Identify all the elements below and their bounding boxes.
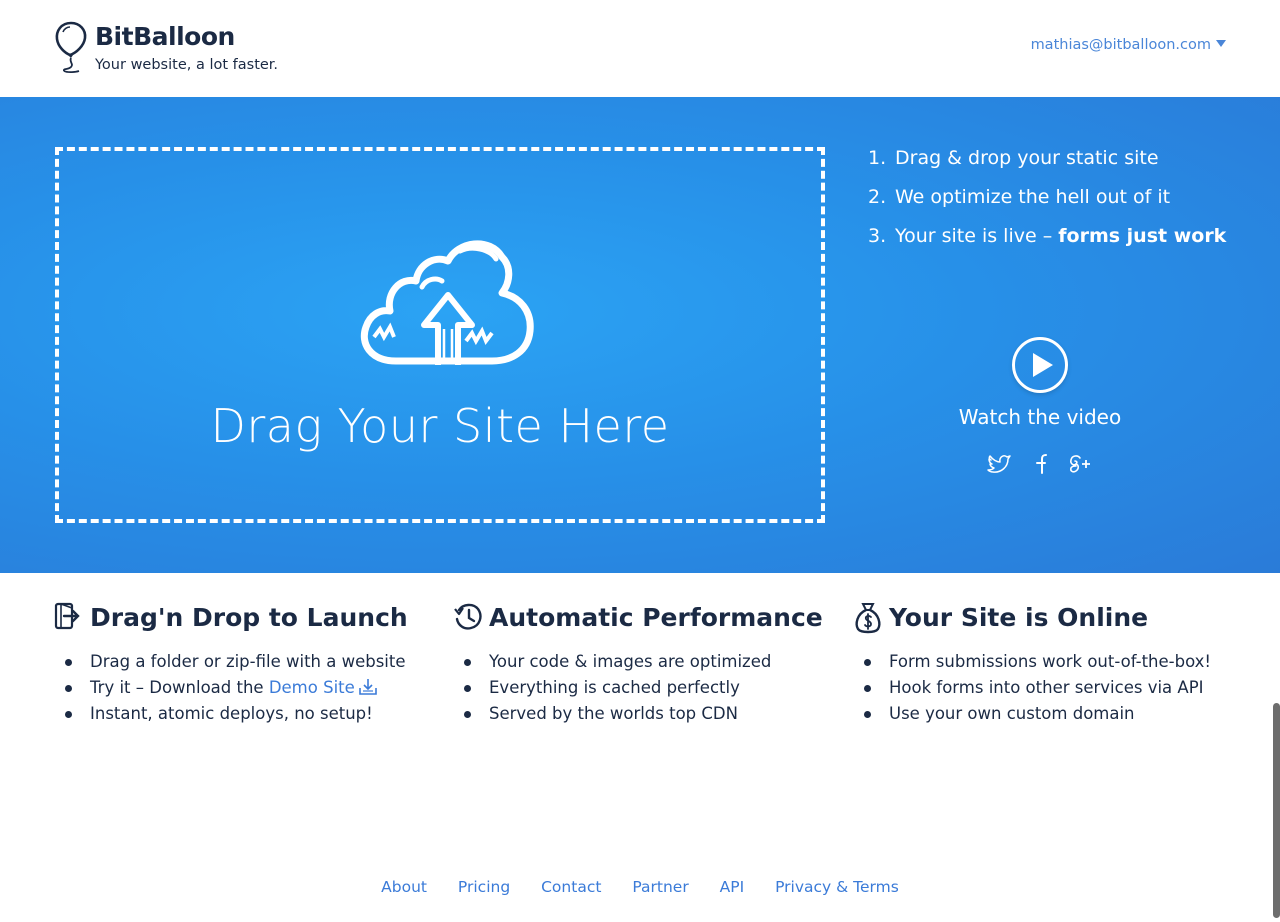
history-icon xyxy=(454,603,482,630)
google-plus-icon[interactable] xyxy=(1068,452,1092,474)
list-item: Form submissions work out-of-the-box! xyxy=(853,649,1233,675)
list-item: Use your own custom domain xyxy=(853,701,1233,727)
list-item: Drag a folder or zip-file with a website xyxy=(54,649,434,675)
step-number: 2. xyxy=(868,186,887,208)
step-number: 3. xyxy=(868,225,887,247)
dropzone-label: Drag Your Site Here xyxy=(210,399,670,453)
step-text-bold: forms just work xyxy=(1058,225,1227,247)
step-text: Drag & drop your static site xyxy=(895,147,1159,169)
feature-heading: Your Site is Online xyxy=(853,595,1233,639)
list-item-text: Try it – Download the xyxy=(90,678,269,697)
play-icon xyxy=(1033,353,1053,377)
footer-link-pricing[interactable]: Pricing xyxy=(458,878,510,896)
cloud-upload-icon xyxy=(361,240,534,365)
list-item-text: Hook forms into other services via API xyxy=(889,678,1204,697)
list-item-text: Everything is cached perfectly xyxy=(489,678,740,697)
list-item-text: Instant, atomic deploys, no setup! xyxy=(90,704,373,723)
feature-list: Form submissions work out-of-the-box! Ho… xyxy=(853,649,1233,727)
tagline: Your website, a lot faster. xyxy=(95,57,279,73)
feature-heading: Automatic Performance xyxy=(453,595,833,639)
twitter-icon[interactable] xyxy=(987,452,1011,474)
footer-link-about[interactable]: About xyxy=(381,878,427,896)
feature-title: Your Site is Online xyxy=(889,602,1149,632)
step-text: We optimize the hell out of it xyxy=(895,186,1171,208)
footer-link-contact[interactable]: Contact xyxy=(541,878,601,896)
balloon-logo-icon xyxy=(55,21,87,74)
list-item: Served by the worlds top CDN xyxy=(453,701,833,727)
list-item-text: Form submissions work out-of-the-box! xyxy=(889,652,1212,671)
steps-list: 1. Drag & drop your static site 2. We opti… xyxy=(868,141,1226,258)
site-dropzone[interactable]: Drag Your Site Here xyxy=(55,147,825,523)
hero-section: Drag Your Site Here 1. Drag & drop your s… xyxy=(0,97,1280,573)
watch-video-link[interactable]: Watch the video xyxy=(930,405,1150,429)
step-item: 1. Drag & drop your static site xyxy=(868,141,1226,180)
demo-site-link[interactable]: Demo Site xyxy=(269,678,355,697)
drag-drop-icon xyxy=(54,602,80,630)
step-number: 1. xyxy=(868,147,887,169)
feature-title: Automatic Performance xyxy=(489,602,823,632)
list-item: Your code & images are optimized xyxy=(453,649,833,675)
caret-down-icon xyxy=(1216,40,1226,47)
list-item-text: Served by the worlds top CDN xyxy=(489,704,738,723)
money-bag-icon xyxy=(855,603,881,634)
brand-name: BitBalloon xyxy=(95,22,235,51)
page-scrollbar[interactable] xyxy=(1273,703,1280,918)
site-footer: About Pricing Contact Partner API Privac… xyxy=(0,878,1280,896)
feature-heading: Drag'n Drop to Launch xyxy=(54,595,434,639)
list-item: Instant, atomic deploys, no setup! xyxy=(54,701,434,727)
list-item-text: Your code & images are optimized xyxy=(489,652,772,671)
list-item-text: Use your own custom domain xyxy=(889,704,1135,723)
list-item: Try it – Download the Demo Site xyxy=(54,675,434,701)
features-section: Drag'n Drop to Launch Drag a folder or z… xyxy=(0,573,1280,843)
step-item: 3. Your site is live – forms just work xyxy=(868,219,1226,258)
footer-link-api[interactable]: API xyxy=(720,878,745,896)
play-video-button[interactable] xyxy=(1012,337,1068,393)
feature-list: Drag a folder or zip-file with a website… xyxy=(54,649,434,727)
user-email: mathias@bitballoon.com xyxy=(1030,37,1211,53)
list-item-text: Drag a folder or zip-file with a website xyxy=(90,652,406,671)
feature-title: Drag'n Drop to Launch xyxy=(90,602,408,632)
step-item: 2. We optimize the hell out of it xyxy=(868,180,1226,219)
feature-column: Your Site is Online Form submissions wor… xyxy=(853,595,1233,727)
feature-list: Your code & images are optimized Everyth… xyxy=(453,649,833,727)
facebook-icon[interactable] xyxy=(1033,452,1047,474)
footer-link-privacy-terms[interactable]: Privacy & Terms xyxy=(775,878,899,896)
feature-column: Automatic Performance Your code & images… xyxy=(453,595,833,727)
feature-column: Drag'n Drop to Launch Drag a folder or z… xyxy=(54,595,434,727)
footer-link-partner[interactable]: Partner xyxy=(632,878,688,896)
step-text: Your site is live – xyxy=(895,225,1059,247)
download-icon[interactable] xyxy=(358,678,378,696)
user-menu-dropdown[interactable]: mathias@bitballoon.com xyxy=(1031,37,1226,53)
list-item: Everything is cached perfectly xyxy=(453,675,833,701)
site-header: BitBalloon Your website, a lot faster. m… xyxy=(0,0,1280,97)
list-item: Hook forms into other services via API xyxy=(853,675,1233,701)
logo[interactable]: BitBalloon Your website, a lot faster. xyxy=(54,18,294,78)
